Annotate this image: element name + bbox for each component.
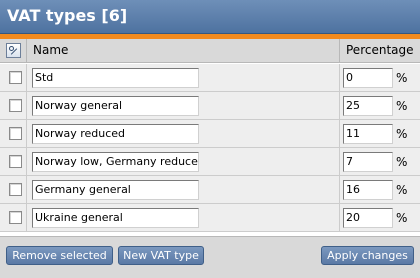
new-vat-type-button[interactable]: New VAT type (118, 246, 204, 265)
vat-percentage-input[interactable]: 11 (343, 124, 393, 144)
panel-footer: Remove selected New VAT type Apply chang… (0, 236, 420, 278)
table-row: Std 0% (0, 64, 420, 92)
vat-name-input[interactable]: Germany general (32, 180, 199, 200)
table-row: Norway low, Germany reduced 7% (0, 148, 420, 176)
percent-sign: % (396, 99, 408, 113)
row-checkbox[interactable] (9, 71, 22, 84)
select-all-icon[interactable] (6, 43, 21, 58)
percent-sign: % (396, 183, 408, 197)
table-row: Ukraine general 20% (0, 204, 420, 232)
table-row: Norway general 25% (0, 92, 420, 120)
vat-percentage-input[interactable]: 16 (343, 180, 393, 200)
row-checkbox[interactable] (9, 155, 22, 168)
table-row: Norway reduced 11% (0, 120, 420, 148)
apply-changes-button[interactable]: Apply changes (321, 246, 414, 265)
row-checkbox[interactable] (9, 211, 22, 224)
row-checkbox[interactable] (9, 183, 22, 196)
row-checkbox[interactable] (9, 127, 22, 140)
vat-percentage-input[interactable]: 0 (343, 68, 393, 88)
row-checkbox[interactable] (9, 99, 22, 112)
percent-sign: % (396, 71, 408, 85)
vat-percentage-input[interactable]: 7 (343, 152, 393, 172)
vat-percentage-input[interactable]: 25 (343, 96, 393, 116)
vat-types-panel: VAT types [6] Name Percentage Std 0% Nor… (0, 0, 420, 278)
panel-title: VAT types [6] (7, 6, 128, 25)
vat-name-input[interactable]: Ukraine general (32, 208, 199, 228)
remove-selected-button[interactable]: Remove selected (6, 246, 113, 265)
vat-percentage-input[interactable]: 20 (343, 208, 393, 228)
percentage-column-header[interactable]: Percentage (340, 39, 420, 63)
percent-sign: % (396, 155, 408, 169)
select-column-header (0, 39, 27, 63)
table-row: Germany general 16% (0, 176, 420, 204)
percent-sign: % (396, 211, 408, 225)
vat-name-input[interactable]: Std (32, 68, 199, 88)
vat-name-input[interactable]: Norway reduced (32, 124, 199, 144)
percent-sign: % (396, 127, 408, 141)
panel-header: VAT types [6] (0, 0, 420, 34)
vat-types-list: Std 0% Norway general 25% Norway reduced… (0, 64, 420, 232)
vat-name-input[interactable]: Norway general (32, 96, 199, 116)
name-column-header[interactable]: Name (27, 39, 340, 63)
vat-name-input[interactable]: Norway low, Germany reduced (32, 152, 199, 172)
